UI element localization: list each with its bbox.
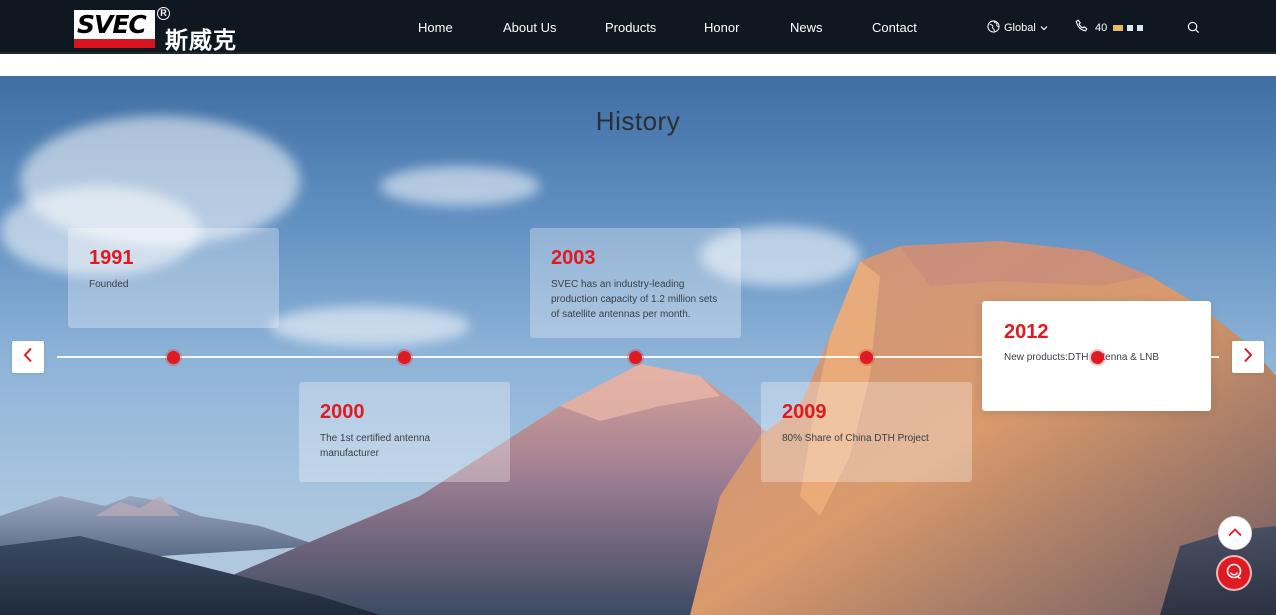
phone-contact[interactable]: 40 [1075,19,1144,36]
nav-products[interactable]: Products [605,20,656,35]
phone-number-masked [1113,24,1144,31]
timeline-dot-2009[interactable] [860,351,873,364]
timeline-dot-2012[interactable] [1091,351,1104,364]
logo-mark-text: SVEC [77,10,147,39]
timeline-dot-2000[interactable] [398,351,411,364]
logo-mark-box: SVEC [74,10,155,48]
nav-home[interactable]: Home [418,20,453,35]
logo-red-bar [74,39,155,48]
phone-number-prefix: 40 [1095,21,1108,34]
next-button[interactable] [1232,341,1264,373]
event-year: 2000 [320,401,365,423]
event-year: 2009 [782,401,827,423]
chevron-left-icon [22,347,34,368]
timeline-dot-1991[interactable] [167,351,180,364]
language-label: Global [1004,22,1036,34]
timeline-dot-2003[interactable] [629,351,642,364]
nav-news[interactable]: News [790,20,823,35]
prev-button[interactable] [12,341,44,373]
section-title: History [595,106,681,136]
history-section: History 1991 Founded 2000 The 1st certif… [0,76,1276,615]
back-to-top-button[interactable] [1218,516,1252,550]
nav-about-us[interactable]: About Us [503,20,556,35]
globe-icon [987,20,1000,36]
brand-logo[interactable]: SVEC R 斯威克 [74,7,249,54]
event-year: 2012 [1004,321,1049,343]
nav-contact[interactable]: Contact [872,20,917,35]
event-year: 2003 [551,247,596,269]
registered-mark: R [157,7,170,20]
history-card-2009[interactable]: 2009 80% Share of China DTH Project [761,382,972,482]
search-button[interactable] [1187,21,1200,39]
nav-honor[interactable]: Honor [704,20,739,35]
chevron-down-icon [1040,22,1048,34]
customer-service-button[interactable] [1218,557,1250,589]
phone-icon [1075,19,1089,36]
chevron-right-icon [1242,347,1254,368]
history-card-1991[interactable]: 1991 Founded [68,228,279,328]
event-description: The 1st certified antenna manufacturer [320,433,431,459]
history-card-2003[interactable]: 2003 SVEC has an industry-leading produc… [530,228,741,338]
chevron-up-icon [1227,524,1243,542]
site-header: SVEC R 斯威克 Home About Us Products Honor … [0,0,1276,54]
language-selector[interactable]: Global [987,20,1048,36]
event-year: 1991 [89,247,134,269]
event-description: SVEC has an industry-leading production … [551,279,718,320]
event-description: Founded [89,279,129,290]
history-card-2000[interactable]: 2000 The 1st certified antenna manufactu… [299,382,510,482]
headset-icon [1224,561,1244,586]
event-description: 80% Share of China DTH Project [782,433,929,444]
search-icon [1187,21,1200,38]
brand-chinese-name: 斯威克 [165,28,237,54]
